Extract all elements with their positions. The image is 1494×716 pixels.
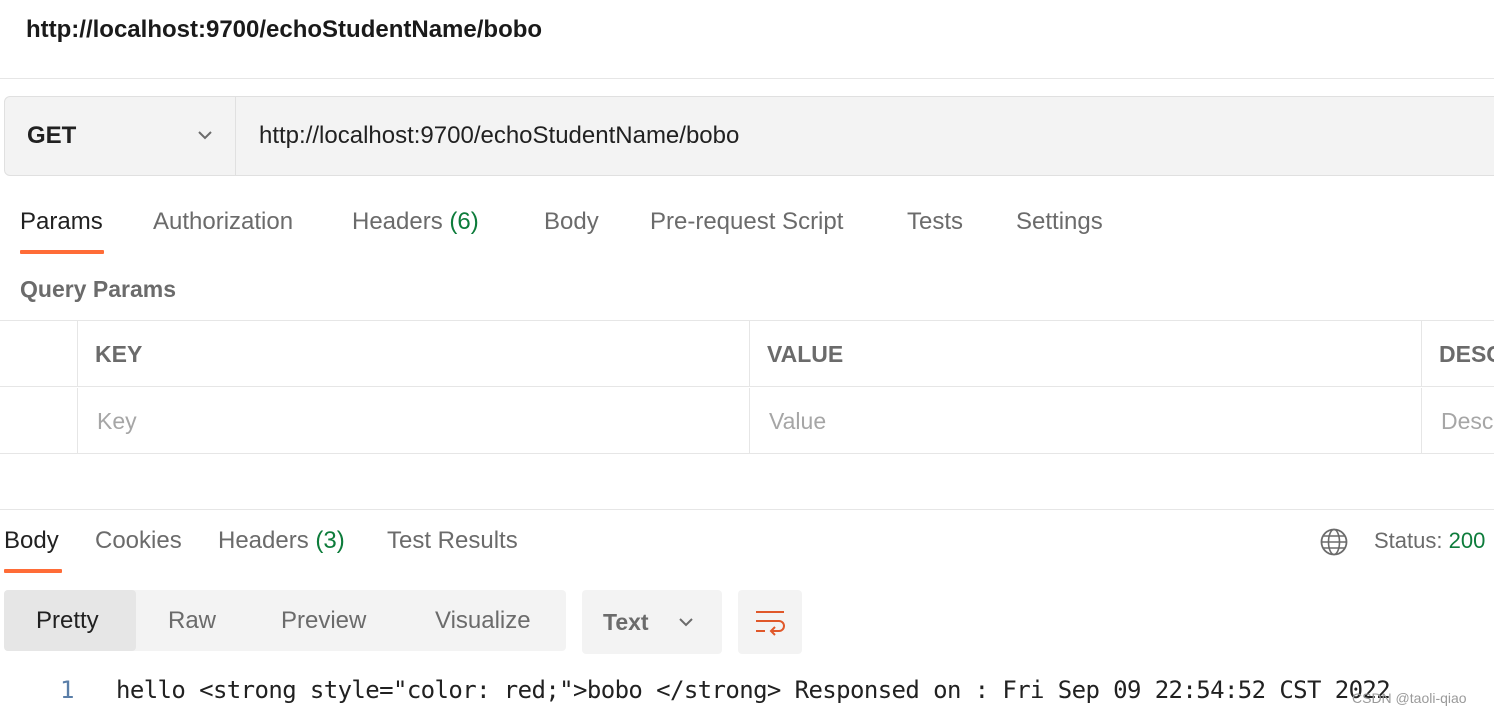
response-tab-cookies[interactable]: Cookies (95, 527, 182, 555)
tab-tests[interactable]: Tests (907, 208, 963, 236)
query-params-title: Query Params (20, 276, 176, 302)
description-cell (1421, 388, 1494, 454)
tab-headers-label: Headers (352, 208, 443, 235)
tab-pre-request-script[interactable]: Pre-request Script (650, 208, 843, 236)
globe-icon[interactable] (1319, 527, 1349, 557)
chevron-down-icon (679, 618, 693, 627)
format-label: Text (603, 608, 649, 635)
tab-authorization[interactable]: Authorization (153, 208, 293, 236)
request-tabs: Params Authorization Headers (6) Body Pr… (20, 200, 1490, 260)
response-tab-test-results[interactable]: Test Results (387, 527, 518, 555)
value-column-header: VALUE (749, 321, 1421, 387)
view-raw-button[interactable]: Raw (168, 590, 216, 651)
query-params-table: KEY VALUE DESCRIPTION (0, 320, 1494, 454)
method-select[interactable]: GET (5, 97, 236, 175)
response-body-line: 1 hello <strong style="color: red;">bobo… (0, 676, 1494, 710)
key-column-header: KEY (77, 321, 749, 387)
status-code: 200 (1448, 528, 1486, 553)
active-response-tab-indicator (4, 569, 62, 573)
format-select[interactable]: Text (582, 590, 722, 654)
response-tab-body[interactable]: Body (4, 527, 59, 555)
view-preview-button[interactable]: Preview (281, 590, 366, 651)
tab-settings[interactable]: Settings (1016, 208, 1103, 236)
chevron-down-icon (198, 131, 212, 140)
view-visualize-button[interactable]: Visualize (435, 590, 531, 651)
request-title[interactable]: http://localhost:9700/echoStudentName/bo… (26, 16, 542, 44)
watermark: CSDN @taoli-qiao (1352, 690, 1467, 706)
url-input[interactable] (237, 97, 1494, 175)
response-tab-headers-label: Headers (218, 527, 309, 554)
response-tab-headers[interactable]: Headers (3) (218, 527, 345, 555)
value-input[interactable] (767, 407, 1421, 435)
value-cell (749, 388, 1421, 454)
view-mode-toggle: Pretty Raw Preview Visualize (4, 590, 566, 651)
active-tab-indicator (20, 250, 104, 254)
tab-headers[interactable]: Headers (6) (352, 208, 479, 236)
response-status: Status: 200 (1374, 528, 1485, 554)
line-number: 1 (60, 676, 75, 704)
response-headers-count: (3) (315, 527, 345, 554)
description-input[interactable] (1439, 407, 1494, 435)
response-body-text[interactable]: hello <strong style="color: red;">bobo <… (116, 676, 1391, 704)
tab-body[interactable]: Body (544, 208, 599, 236)
checkbox-column-header (0, 321, 77, 387)
response-divider[interactable] (0, 509, 1494, 510)
headers-count: (6) (449, 208, 479, 235)
view-pretty-button[interactable]: Pretty (4, 590, 136, 651)
wrap-lines-button[interactable] (738, 590, 802, 654)
request-url-bar: GET (4, 96, 1494, 176)
tab-params[interactable]: Params (20, 208, 103, 236)
description-column-header: DESCRIPTION (1421, 321, 1494, 387)
response-tabs: Body Cookies Headers (3) Test Results (4, 525, 1494, 575)
table-header-row: KEY VALUE DESCRIPTION (0, 321, 1494, 387)
checkbox-cell (0, 388, 77, 454)
key-cell (77, 388, 749, 454)
table-row (0, 388, 1494, 454)
status-label: Status: (1374, 528, 1443, 553)
key-input[interactable] (95, 407, 749, 435)
request-title-bar: http://localhost:9700/echoStudentName/bo… (0, 0, 1494, 79)
method-label: GET (27, 122, 77, 149)
wrap-lines-icon (756, 611, 785, 636)
